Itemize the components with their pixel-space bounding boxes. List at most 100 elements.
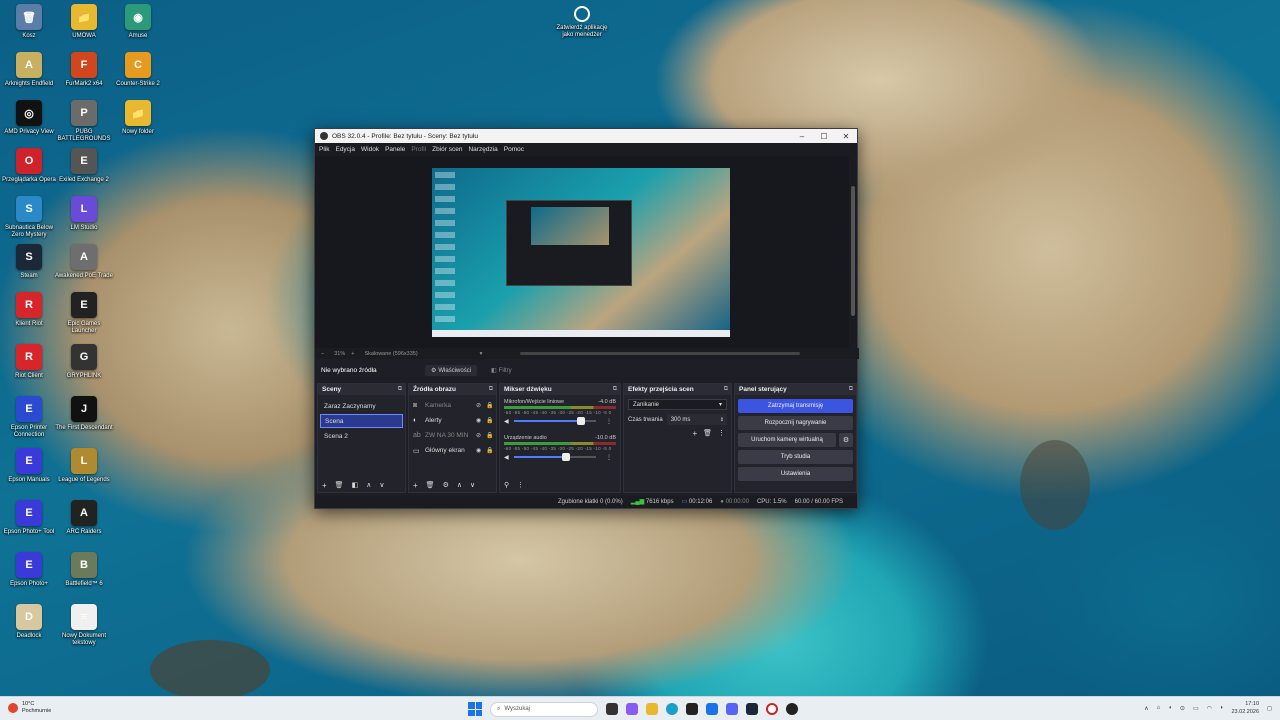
link-icon[interactable]: ⚲	[504, 481, 509, 489]
minimize-icon[interactable]: –	[791, 132, 813, 141]
discord-icon[interactable]	[726, 703, 738, 715]
start-recording-button[interactable]: Rozpocznij nagrywanie	[738, 416, 853, 430]
close-icon[interactable]: ✕	[835, 132, 857, 141]
terminal-icon[interactable]	[686, 703, 698, 715]
notifications-icon[interactable]: ◻	[1267, 705, 1272, 712]
fader-knob[interactable]	[562, 453, 571, 461]
add-source-icon[interactable]: +	[413, 481, 418, 490]
task-view-icon[interactable]	[606, 703, 618, 715]
menu-profile[interactable]: Profil	[411, 146, 426, 153]
desktop-icon[interactable]: D Deadlock	[0, 604, 58, 640]
lock-icon[interactable]: 🔒	[486, 417, 496, 424]
more-options-icon[interactable]: ⋮	[718, 429, 725, 438]
desktop-icon[interactable]: S Subnautica Below Zero Mystery	[0, 196, 58, 239]
fader-knob[interactable]	[577, 417, 586, 425]
speaker-icon[interactable]: ◀	[504, 454, 514, 461]
preview-canvas[interactable]	[315, 156, 851, 348]
scene-item[interactable]: Zaraz Zaczynamy	[320, 399, 403, 413]
speaker-icon[interactable]: ◗	[1220, 705, 1224, 711]
speaker-icon[interactable]: ◀	[504, 418, 514, 425]
lock-icon[interactable]: 🔒	[486, 432, 496, 439]
zoom-in-icon[interactable]: +	[351, 351, 354, 357]
lock-icon[interactable]: 🔒	[486, 447, 496, 454]
dock-float-icon[interactable]: ⧉	[613, 386, 617, 393]
menu-help[interactable]: Pomoc	[504, 146, 524, 153]
duration-input[interactable]: 300 ms ⇕	[666, 414, 727, 425]
menu-docks[interactable]: Panele	[385, 146, 405, 153]
taskbar-search[interactable]: ⌕ Wyszukaj	[490, 701, 598, 717]
dock-float-icon[interactable]: ⧉	[724, 386, 728, 393]
menu-tools[interactable]: Narzędzia	[468, 146, 497, 153]
desktop-icon[interactable]: A Arknights Endfield	[0, 52, 58, 88]
opera-icon[interactable]	[766, 703, 778, 715]
chevron-down-icon[interactable]: ▾	[480, 351, 483, 357]
transition-select[interactable]: Zanikanie ▾	[628, 399, 727, 410]
desktop-icon[interactable]: C Counter-Strike 2	[109, 52, 167, 88]
stepper-icon[interactable]: ⇕	[720, 417, 724, 423]
scroll-thumb[interactable]	[851, 186, 855, 316]
fader-track[interactable]	[514, 453, 596, 461]
gear-icon[interactable]: ⚙	[839, 433, 853, 447]
scene-item[interactable]: Scena 2	[320, 429, 403, 443]
volume-fader[interactable]: ◀ ⋮	[504, 417, 616, 425]
source-item[interactable]: ◙ Kamerka ⊘ 🔒	[409, 398, 496, 413]
eye-icon[interactable]: ◉	[476, 417, 486, 424]
desktop-icon[interactable]: E Epic Games Launcher	[55, 292, 113, 335]
desktop-icon[interactable]: L LM Studio	[55, 196, 113, 232]
more-options-icon[interactable]: ⋮	[606, 454, 612, 461]
desktop-icon[interactable]: E Epson Photo+ Tool	[0, 500, 58, 536]
weather-widget[interactable]: 10°C Pochmurnie	[8, 701, 51, 715]
chevron-up-icon[interactable]: ∧	[1144, 705, 1148, 712]
desktop-icon[interactable]: E Epson Printer Connection	[0, 396, 58, 439]
copilot-icon[interactable]	[626, 703, 638, 715]
settings-button[interactable]: Ustawienia	[738, 467, 853, 481]
remove-source-icon[interactable]: 🗑	[426, 481, 435, 489]
mail-icon[interactable]	[706, 703, 718, 715]
desktop-icon[interactable]: 📁 Nowy folder	[109, 100, 167, 136]
filters-button[interactable]: ◧ Filtry	[485, 365, 518, 376]
desktop-icon[interactable]: E Epson Photo+	[0, 552, 58, 588]
desktop-icon[interactable]: E Exiled Exchange 2	[55, 148, 113, 184]
preview-image[interactable]	[432, 168, 730, 337]
volume-icon[interactable]: ◖	[1168, 705, 1172, 711]
source-item[interactable]: ▭ Główny ekran ◉ 🔒	[409, 443, 496, 458]
more-options-icon[interactable]: ⋮	[517, 481, 524, 489]
desktop-icon[interactable]: F FurMark2 x64	[55, 52, 113, 88]
menu-view[interactable]: Widok	[361, 146, 379, 153]
steam-icon[interactable]	[746, 703, 758, 715]
stop-stream-button[interactable]: Zatrzymaj transmisję	[738, 399, 853, 413]
remove-transition-icon[interactable]: 🗑	[703, 429, 712, 438]
add-scene-icon[interactable]: +	[322, 481, 327, 490]
move-down-icon[interactable]: ∨	[379, 481, 384, 489]
desktop-icon[interactable]: ◉ Amuse	[109, 4, 167, 40]
desktop-icon[interactable]: R Riot Client	[0, 344, 58, 380]
desktop-icon[interactable]: P PUBG BATTLEGROUNDS	[55, 100, 113, 143]
zoom-out-icon[interactable]: −	[321, 351, 324, 357]
move-up-icon[interactable]: ∧	[457, 481, 462, 489]
desktop-icon[interactable]: A Awakened PoE Trade	[55, 244, 113, 280]
desktop-icon[interactable]: J The First Descendant	[55, 396, 113, 432]
virtual-camera-button[interactable]: Uruchom kamerę wirtualną	[738, 433, 836, 447]
clock[interactable]: 17:10 23.02.2026	[1231, 700, 1259, 716]
desktop-icon[interactable]: A ARC Raiders	[55, 500, 113, 536]
dock-float-icon[interactable]: ⧉	[398, 386, 402, 393]
desktop-icon[interactable]: O Przeglądarka Opera	[0, 148, 58, 184]
eye-off-icon[interactable]: ⊘	[476, 432, 486, 439]
scale-mode-select[interactable]: Skalowane (596x335)	[364, 351, 417, 357]
menu-edit[interactable]: Edycja	[335, 146, 355, 153]
dock-float-icon[interactable]: ⧉	[489, 386, 493, 393]
obs-titlebar[interactable]: OBS 32.0.4 - Profile: Bez tytułu - Sceny…	[315, 129, 857, 143]
dock-float-icon[interactable]: ⧉	[849, 386, 853, 393]
desktop-icon[interactable]: G GRYPHLINK	[55, 344, 113, 380]
desktop-icon[interactable]: L League of Legends	[55, 448, 113, 484]
properties-button[interactable]: ⚙ Właściwości	[425, 365, 478, 376]
desktop-shortcut-top[interactable]: Zatwierdź aplikację jako menedżer	[553, 6, 611, 39]
menu-scene-collection[interactable]: Zbiór scen	[432, 146, 462, 153]
move-down-icon[interactable]: ∨	[470, 481, 475, 489]
source-item[interactable]: ab ZW NA 30 MIN ⊘ 🔒	[409, 428, 496, 443]
lock-icon[interactable]: 🔒	[486, 402, 496, 409]
preview-horizontal-scrollbar[interactable]	[520, 352, 800, 355]
file-explorer-icon[interactable]	[646, 703, 658, 715]
add-transition-icon[interactable]: +	[692, 429, 697, 438]
volume-fader[interactable]: ◀ ⋮	[504, 453, 616, 461]
